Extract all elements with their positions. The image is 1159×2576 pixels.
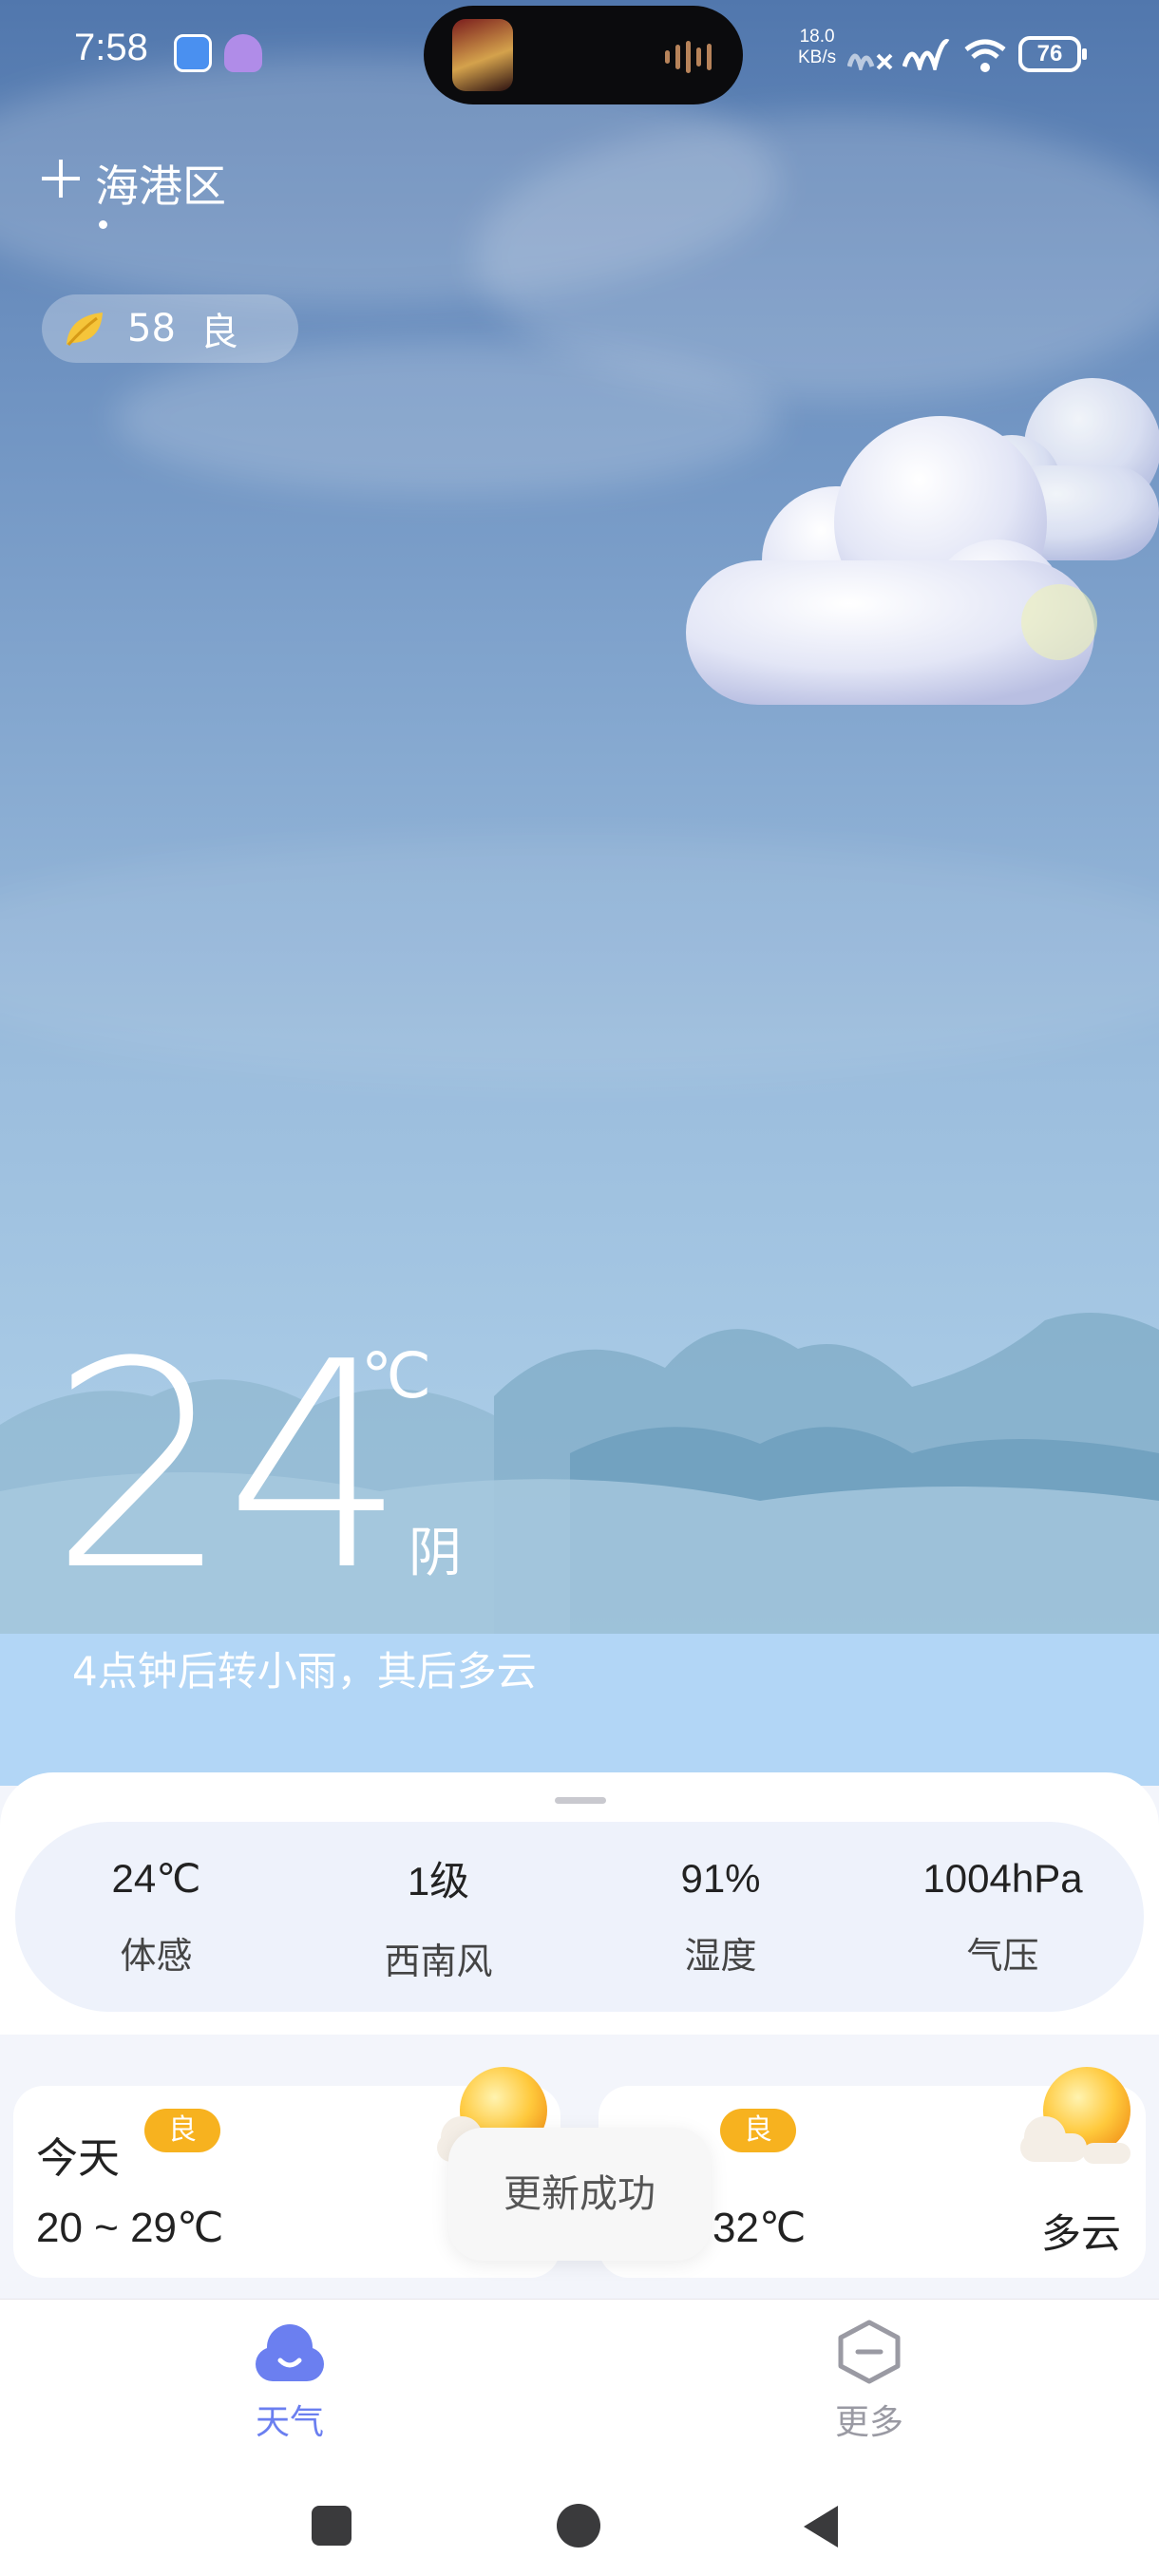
forecast-summary: 4点钟后转小雨，其后多云 <box>72 1648 537 1695</box>
weather-details: 24℃ 体感 1级 西南风 91% 湿度 1004hPa 气压 <box>15 1822 1144 2012</box>
day-name: 今天 <box>36 2134 120 2183</box>
page-indicator-dot <box>99 220 107 229</box>
aqi-level: 良 <box>200 311 238 354</box>
location-name[interactable]: 海港区 <box>95 152 226 215</box>
app-notification-icon <box>174 34 212 72</box>
leaf-icon <box>66 313 103 346</box>
nav-label-weather: 天气 <box>255 2403 324 2442</box>
temperature-unit: ℃ <box>361 1339 432 1412</box>
current-condition: 阴 <box>408 1523 462 1584</box>
dynamic-island[interactable] <box>424 6 743 104</box>
network-speed: 18.0 KB/s <box>798 27 837 67</box>
temperature-range: 32℃ <box>712 2205 807 2251</box>
back-button[interactable] <box>804 2506 838 2548</box>
temperature-range: 20 ~ 29℃ <box>36 2205 224 2251</box>
bottom-navigation: 天气 更多 <box>0 2299 1159 2479</box>
media-artwork-icon <box>452 19 513 91</box>
detail-pressure: 1004hPa 气压 <box>922 1855 1083 1977</box>
more-hexagon-icon <box>838 2320 901 2384</box>
current-temperature: 24 <box>49 1301 407 1633</box>
audio-wave-icon <box>665 40 714 74</box>
detail-wind: 1级 西南风 <box>384 1859 493 1982</box>
assistant-notification-icon <box>224 34 262 72</box>
detail-humidity: 91% 湿度 <box>680 1855 761 1977</box>
update-success-toast: 更新成功 <box>448 2128 711 2261</box>
system-navigation-bar <box>0 2479 1159 2576</box>
nav-tab-more[interactable]: 更多 <box>774 2319 964 2461</box>
mobile-signal-icon <box>902 39 950 70</box>
details-sheet: 24℃ 体感 1级 西南风 91% 湿度 1004hPa 气压 <box>0 1772 1159 2035</box>
day-condition: 多云 <box>1040 2210 1121 2257</box>
detail-feels-like: 24℃ 体感 <box>111 1856 201 1977</box>
partly-cloudy-icon <box>1020 2067 1130 2164</box>
wifi-icon <box>964 39 1006 72</box>
status-bar: 7:58 18.0 KB/s 76 <box>0 0 1159 106</box>
add-city-button[interactable] <box>38 156 84 201</box>
recent-apps-button[interactable] <box>312 2506 352 2546</box>
aqi-value: 58 <box>127 307 176 350</box>
aqi-badge: 良 <box>720 2109 796 2152</box>
weather-cloud-icon <box>256 2324 324 2381</box>
status-time: 7:58 <box>74 27 148 68</box>
mobile-signal-off-icon <box>847 53 893 70</box>
nav-label-more: 更多 <box>834 2403 903 2442</box>
home-button[interactable] <box>557 2504 600 2548</box>
nav-tab-weather[interactable]: 天气 <box>195 2319 385 2461</box>
aqi-chip[interactable]: 58 良 <box>42 294 298 363</box>
sheet-drag-handle[interactable] <box>555 1797 606 1804</box>
cloudy-weather-icon <box>686 378 1159 705</box>
battery-indicator: 76 <box>1018 36 1087 72</box>
aqi-badge: 良 <box>144 2109 220 2152</box>
